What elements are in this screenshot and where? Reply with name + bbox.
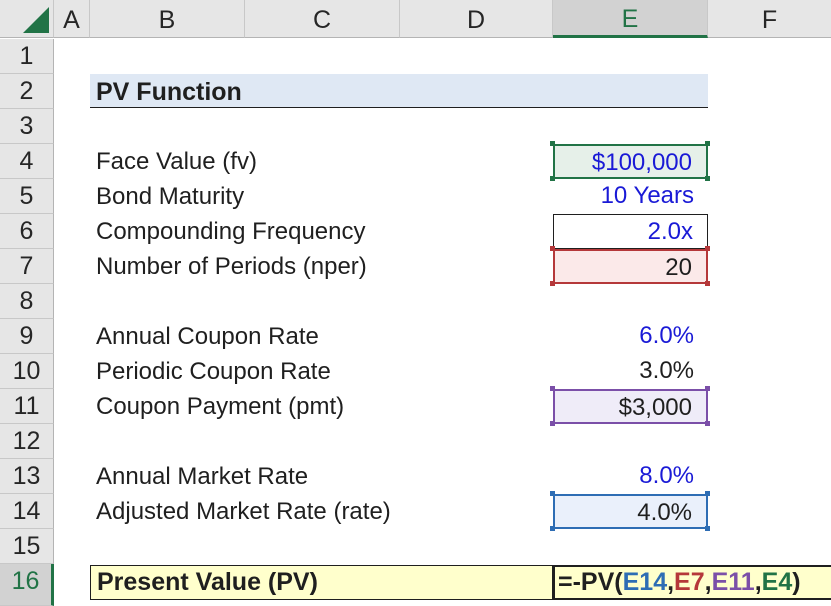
row-header-13[interactable]: 13 [0,459,54,494]
value-annual-market-rate[interactable]: 8.0% [553,459,708,494]
fv-ref-handle-br[interactable] [705,176,710,181]
rate-ref-handle-bl[interactable] [550,526,555,531]
pmt-ref-handle-tr[interactable] [705,386,710,391]
row-header-10[interactable]: 10 [0,354,54,389]
label-adjusted-market-rate[interactable]: Adjusted Market Rate (rate) [96,494,391,529]
pmt-ref-handle-bl[interactable] [550,421,555,426]
row-header-15[interactable]: 15 [0,529,54,564]
rate-ref-handle-tr[interactable] [705,491,710,496]
column-header-a[interactable]: A [54,0,90,38]
label-face-value[interactable]: Face Value (fv) [96,144,257,179]
row-header-6[interactable]: 6 [0,214,54,249]
select-all-corner[interactable] [0,0,54,38]
spreadsheet: A B C D E F 1 2 3 4 5 6 7 8 9 10 11 12 1… [0,0,831,606]
row-header-8[interactable]: 8 [0,284,54,319]
select-all-triangle-icon [23,7,49,33]
row-header-5[interactable]: 5 [0,179,54,214]
row-header-12[interactable]: 12 [0,424,54,459]
formula-separator-2: , [704,568,712,596]
row-header-1[interactable]: 1 [0,39,54,74]
formula-prefix: =-PV( [558,568,623,596]
value-annual-coupon-rate[interactable]: 6.0% [553,319,708,354]
pmt-ref-handle-tl[interactable] [550,386,555,391]
formula-separator-1: , [667,568,675,596]
column-header-b[interactable]: B [90,0,245,38]
nper-ref-handle-bl[interactable] [550,281,555,286]
formula-ref-fv: E4 [761,568,793,596]
formula-ref-rate: E14 [622,568,668,596]
fv-ref-handle-tr[interactable] [705,141,710,146]
nper-ref-handle-tr[interactable] [705,246,710,251]
formula-text[interactable]: =-PV(E14,E7,E11,E4) [558,565,801,600]
formula-separator-3: , [754,568,762,596]
label-number-of-periods[interactable]: Number of Periods (nper) [96,249,367,284]
row-header-4[interactable]: 4 [0,144,54,179]
row-header-7[interactable]: 7 [0,249,54,284]
fv-ref-handle-bl[interactable] [550,176,555,181]
formula-ref-pmt: E11 [711,568,755,596]
nper-ref-handle-br[interactable] [705,281,710,286]
row-header-14[interactable]: 14 [0,494,54,529]
label-annual-market-rate[interactable]: Annual Market Rate [96,459,308,494]
value-compounding-frequency[interactable]: 2.0x [553,214,708,249]
value-adjusted-market-rate[interactable]: 4.0% [553,494,708,529]
column-header-e[interactable]: E [553,0,708,38]
column-header-d[interactable]: D [400,0,553,38]
fv-ref-handle-tl[interactable] [550,141,555,146]
formula-ref-nper: E7 [674,568,705,596]
column-header-f[interactable]: F [708,0,831,38]
value-periodic-coupon-rate[interactable]: 3.0% [553,354,708,389]
label-compounding-frequency[interactable]: Compounding Frequency [96,214,366,249]
row-header-16[interactable]: 16 [0,564,54,606]
sheet-title[interactable]: PV Function [96,74,242,108]
rate-ref-handle-br[interactable] [705,526,710,531]
row-header-2[interactable]: 2 [0,74,54,109]
nper-ref-handle-tl[interactable] [550,246,555,251]
row-header-9[interactable]: 9 [0,319,54,354]
value-number-of-periods[interactable]: 20 [553,249,708,284]
pmt-ref-handle-br[interactable] [705,421,710,426]
value-bond-maturity[interactable]: 10 Years [553,179,708,214]
value-coupon-payment[interactable]: $3,000 [553,389,708,424]
value-face-value[interactable]: $100,000 [553,144,708,179]
formula-suffix: ) [792,568,801,596]
row-header-11[interactable]: 11 [0,389,54,424]
label-coupon-payment[interactable]: Coupon Payment (pmt) [96,389,344,424]
label-periodic-coupon-rate[interactable]: Periodic Coupon Rate [96,354,331,389]
label-annual-coupon-rate[interactable]: Annual Coupon Rate [96,319,319,354]
present-value-label[interactable]: Present Value (PV) [97,565,318,600]
rate-ref-handle-tl[interactable] [550,491,555,496]
row-header-3[interactable]: 3 [0,109,54,144]
column-header-c[interactable]: C [245,0,400,38]
label-bond-maturity[interactable]: Bond Maturity [96,179,244,214]
